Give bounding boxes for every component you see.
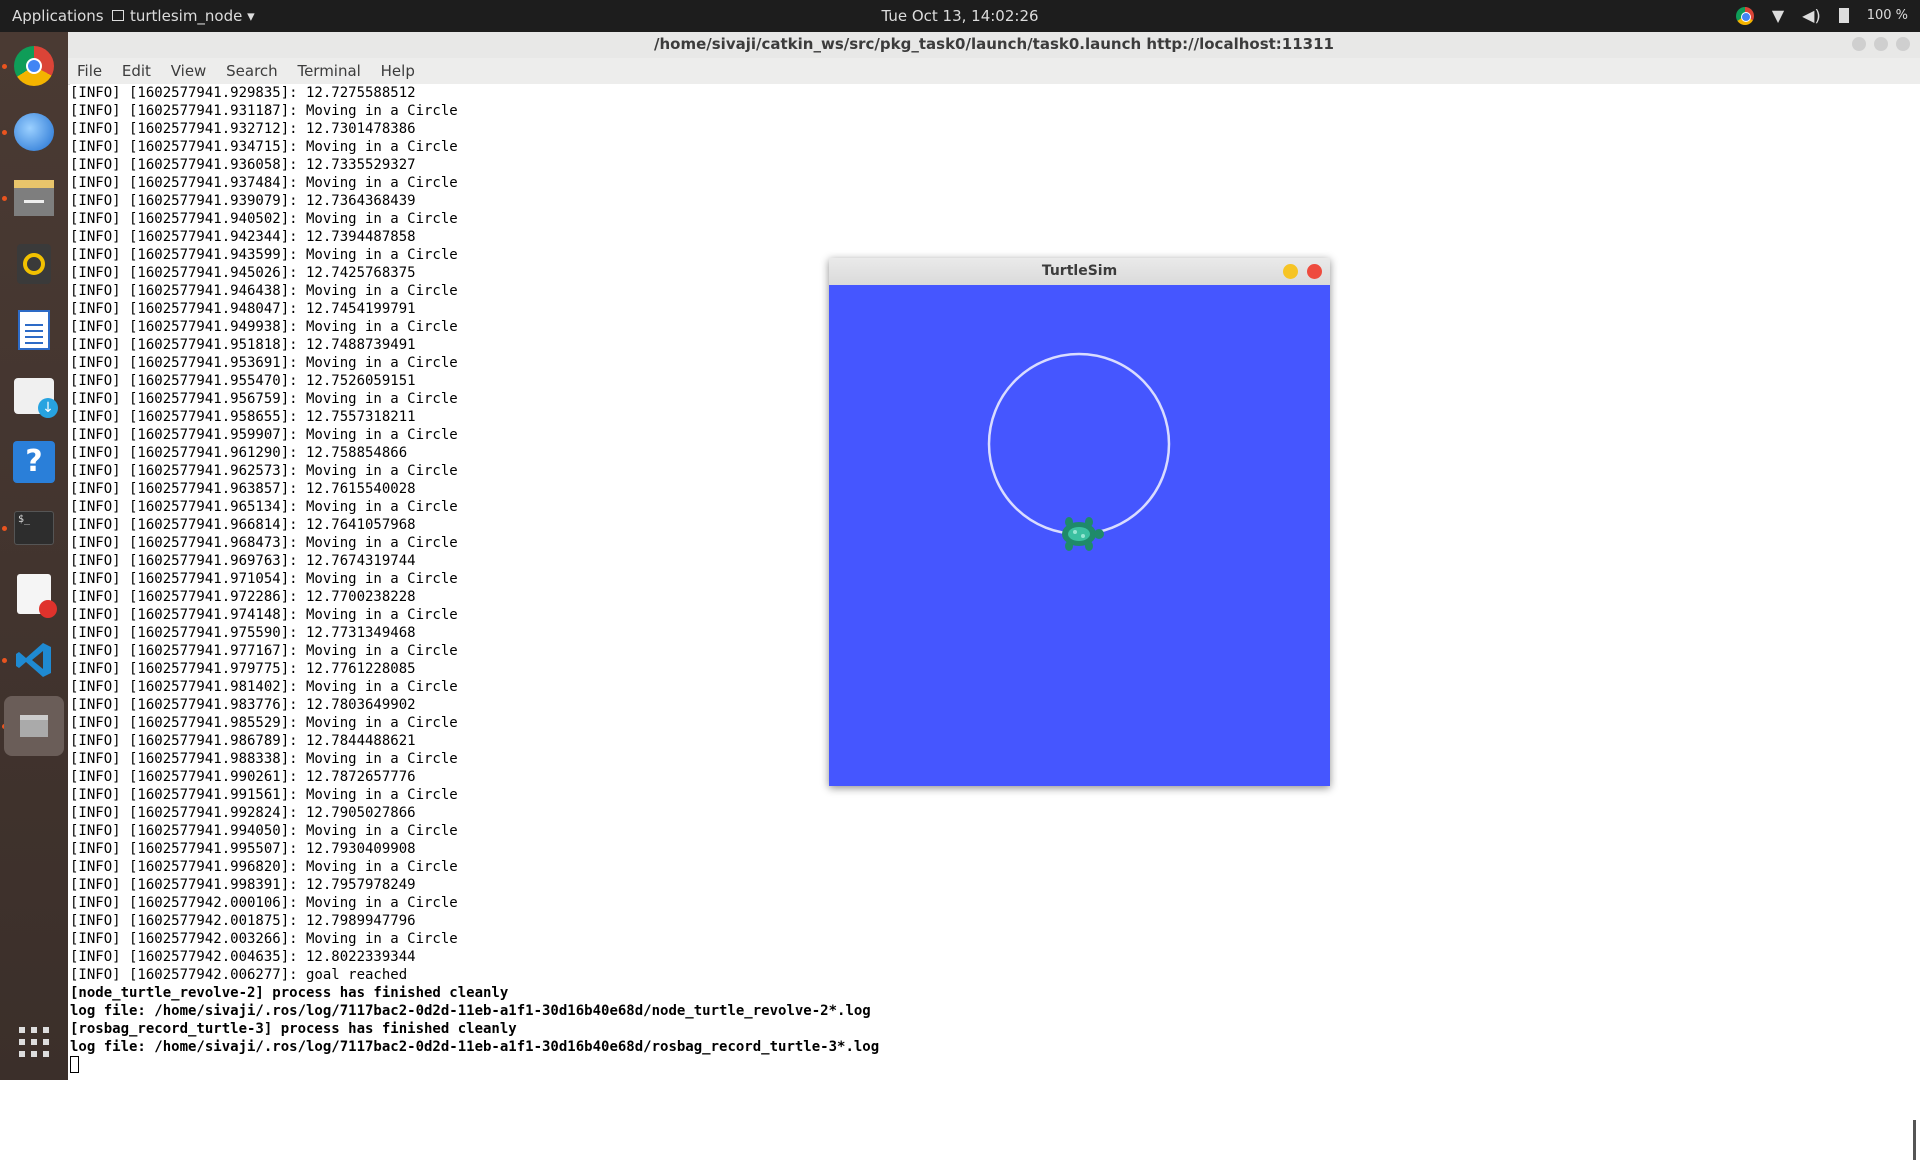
terminal-line: [INFO] [1602577942.003266]: Moving in a … [70, 931, 458, 947]
terminal-line: [INFO] [1602577941.998391]: 12.795797824… [70, 877, 416, 893]
turtle-icon [1062, 517, 1104, 551]
minimize-button[interactable] [1283, 264, 1298, 279]
menu-search[interactable]: Search [226, 58, 278, 84]
terminal-line: [INFO] [1602577941.937484]: Moving in a … [70, 175, 458, 191]
maximize-button[interactable] [1874, 37, 1888, 51]
menu-edit[interactable]: Edit [122, 58, 151, 84]
terminal-icon[interactable]: $_ [10, 504, 58, 552]
terminal-line-bold: [rosbag_record_turtle-3] process has fin… [70, 1021, 517, 1037]
running-indicator [2, 526, 7, 531]
terminal-line-bold: [node_turtle_revolve-2] process has fini… [70, 985, 509, 1001]
terminal-line: [INFO] [1602577941.996820]: Moving in a … [70, 859, 458, 875]
window-title: /home/sivaji/catkin_ws/src/pkg_task0/lau… [654, 35, 1334, 53]
running-indicator [2, 658, 7, 663]
terminal-menu-bar: File Edit View Search Terminal Help [68, 58, 1920, 85]
turtlesim-canvas [829, 285, 1330, 786]
wifi-icon[interactable]: ▼ [1772, 6, 1784, 25]
terminal-line: [INFO] [1602577941.995507]: 12.793040990… [70, 841, 416, 857]
window-icon[interactable] [4, 696, 64, 756]
app-menu[interactable]: turtlesim_node ▾ [112, 7, 255, 25]
applications-menu[interactable]: Applications [12, 7, 104, 25]
close-button[interactable] [1896, 37, 1910, 51]
software-icon[interactable]: ↓ [10, 372, 58, 420]
files-icon[interactable] [10, 174, 58, 222]
terminal-line: [INFO] [1602577941.934715]: Moving in a … [70, 139, 458, 155]
close-button[interactable] [1307, 264, 1322, 279]
terminal-line: [INFO] [1602577942.000106]: Moving in a … [70, 895, 458, 911]
writer-icon[interactable] [10, 306, 58, 354]
text-cursor [70, 1056, 79, 1073]
terminal-line: [INFO] [1602577941.994050]: Moving in a … [70, 823, 458, 839]
menu-terminal[interactable]: Terminal [297, 58, 360, 84]
show-apps-icon[interactable] [10, 1018, 58, 1066]
text-editor-icon[interactable] [10, 570, 58, 618]
window-icon [112, 10, 124, 21]
terminal-line: [INFO] [1602577941.992824]: 12.790502786… [70, 805, 416, 821]
terminal-line: [INFO] [1602577942.001875]: 12.798994779… [70, 913, 416, 929]
terminal-line: [INFO] [1602577941.932712]: 12.730147838… [70, 121, 416, 137]
menu-help[interactable]: Help [381, 58, 415, 84]
terminal-line: [INFO] [1602577941.936058]: 12.733552932… [70, 157, 416, 173]
terminal-line: [INFO] [1602577941.991561]: Moving in a … [70, 787, 458, 803]
scrollbar[interactable] [1913, 1120, 1916, 1160]
dock: ↓ ? $_ [0, 32, 68, 1080]
battery-level[interactable]: 100 % [1867, 8, 1908, 23]
terminal-line: [INFO] [1602577941.942344]: 12.739448785… [70, 229, 416, 245]
terminal-line: [INFO] [1602577941.939079]: 12.736436843… [70, 193, 416, 209]
running-indicator [2, 64, 7, 69]
terminal-line: [INFO] [1602577942.006277]: goal reached [70, 967, 408, 983]
battery-icon[interactable] [1838, 8, 1849, 23]
volume-icon[interactable]: ◀) [1802, 6, 1821, 25]
terminal-line-bold: log file: /home/sivaji/.ros/log/7117bac2… [70, 1039, 880, 1055]
running-indicator [2, 196, 7, 201]
terminal-line: [INFO] [1602577941.929835]: 12.727558851… [70, 85, 416, 101]
system-tray: ▼ ◀) 100 % [1735, 6, 1908, 25]
turtle-trail [987, 352, 1171, 536]
chrome-indicator-icon[interactable] [1735, 6, 1754, 25]
terminal-line: [INFO] [1602577941.940502]: Moving in a … [70, 211, 458, 227]
app-menu-label: turtlesim_node ▾ [130, 7, 255, 25]
chrome-icon[interactable] [10, 42, 58, 90]
top-bar: Applications turtlesim_node ▾ Tue Oct 13… [0, 0, 1920, 32]
turtlesim-title-bar[interactable]: TurtleSim [829, 258, 1330, 285]
running-indicator [2, 130, 7, 135]
vscode-icon[interactable] [10, 636, 58, 684]
menu-view[interactable]: View [171, 58, 207, 84]
clock[interactable]: Tue Oct 13, 14:02:26 [881, 7, 1038, 25]
terminal-line-bold: log file: /home/sivaji/.ros/log/7117bac2… [70, 1003, 871, 1019]
thunderbird-icon[interactable] [10, 108, 58, 156]
turtlesim-window[interactable]: TurtleSim [829, 258, 1330, 786]
help-icon[interactable]: ? [10, 438, 58, 486]
terminal-line: [INFO] [1602577941.931187]: Moving in a … [70, 103, 458, 119]
rhythmbox-icon[interactable] [10, 240, 58, 288]
turtlesim-title: TurtleSim [1041, 263, 1118, 279]
minimize-button[interactable] [1852, 37, 1866, 51]
menu-file[interactable]: File [77, 58, 102, 84]
terminal-line: [INFO] [1602577942.004635]: 12.802233934… [70, 949, 416, 965]
